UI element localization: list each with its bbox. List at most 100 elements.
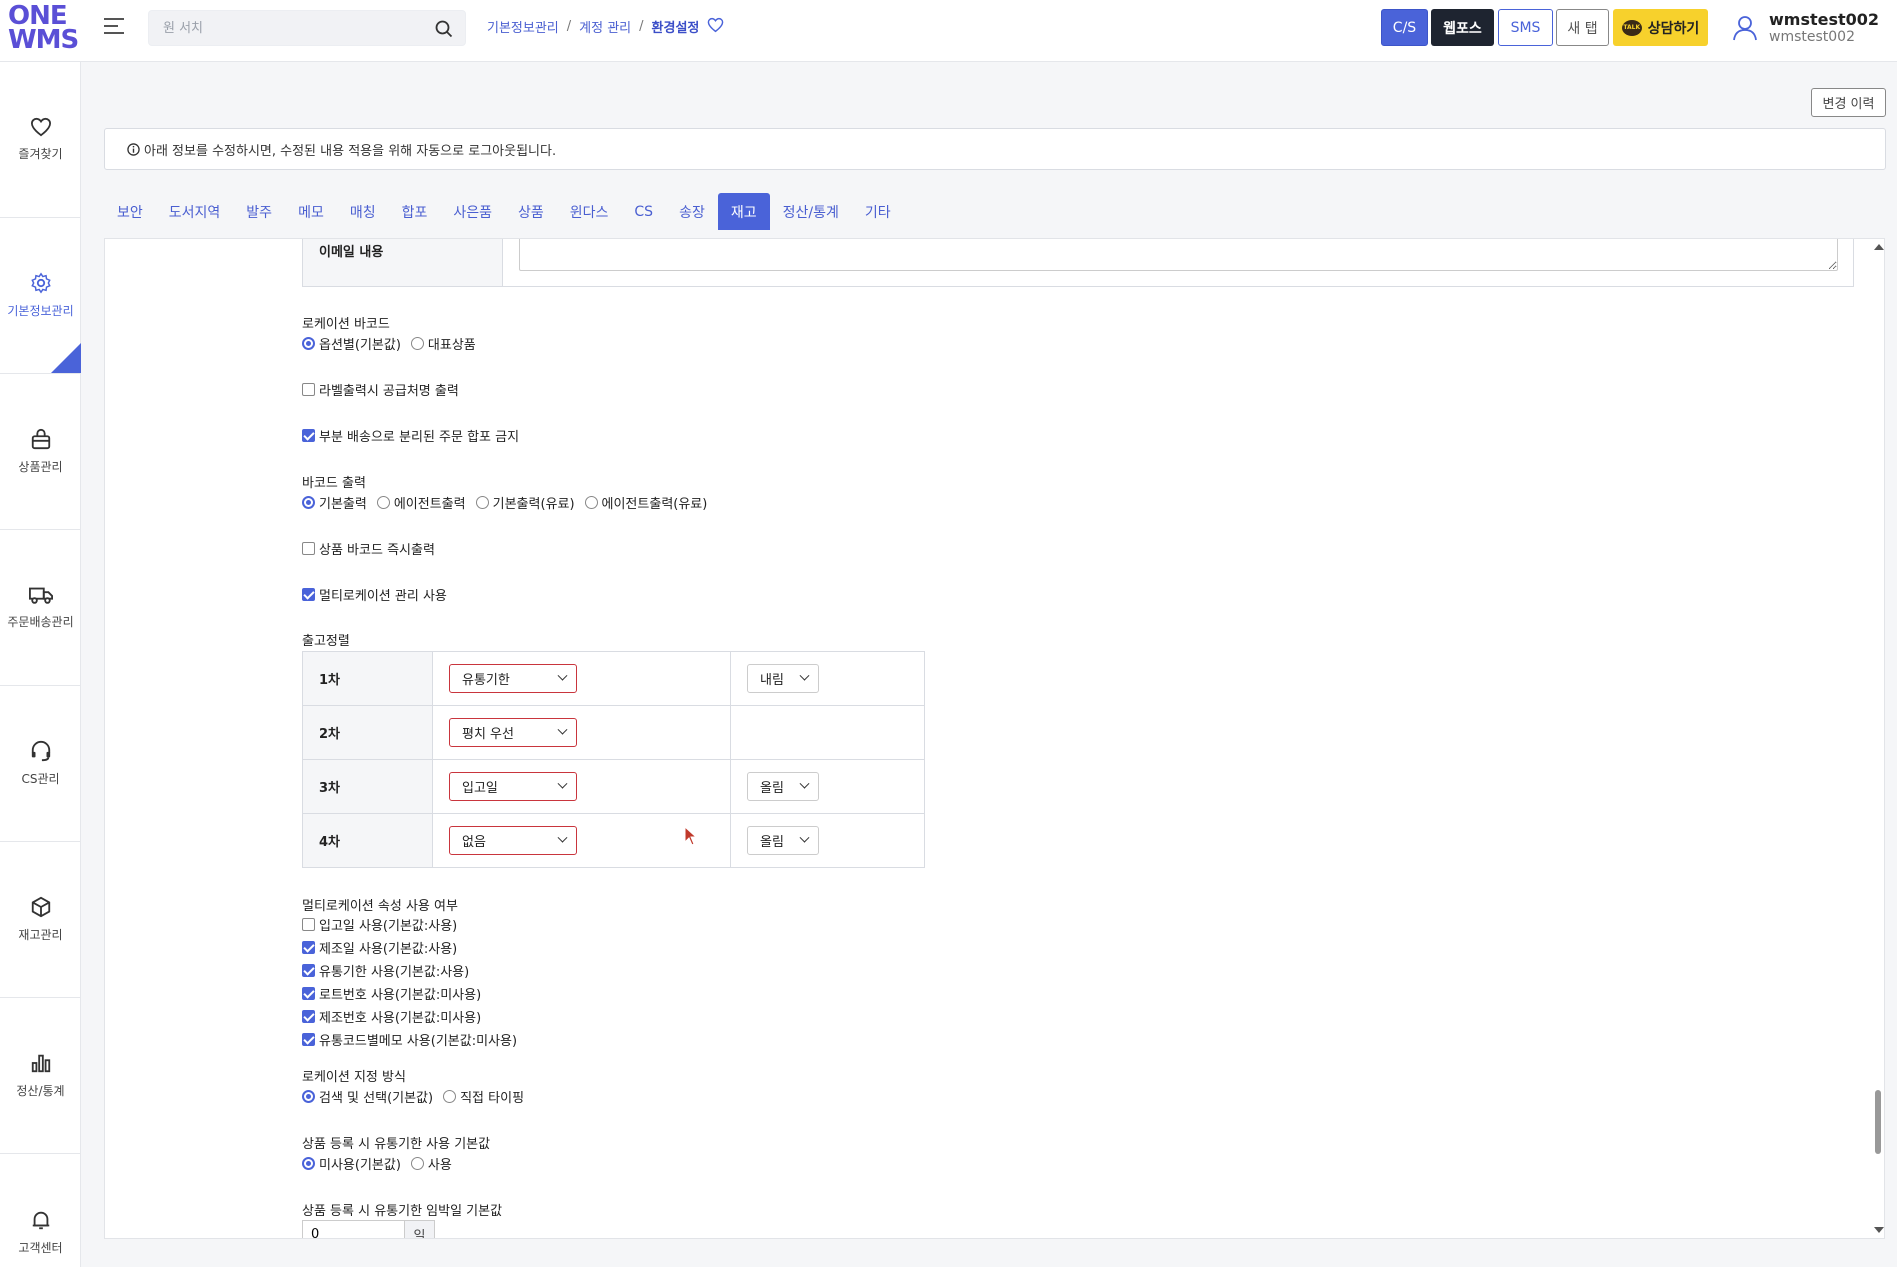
radio[interactable] xyxy=(584,496,598,509)
radio-selected[interactable] xyxy=(302,496,315,509)
sort-order-select[interactable]: 올림 xyxy=(747,772,819,801)
barcode-output-label: 바코드 출력 xyxy=(302,476,366,491)
sort-field-select[interactable]: 없음 xyxy=(449,826,577,855)
radio[interactable] xyxy=(410,1157,424,1170)
select-value: 올림 xyxy=(760,781,784,796)
tab-cs[interactable]: CS xyxy=(621,193,666,230)
sidebar-item-label: 즐겨찾기 xyxy=(18,147,63,161)
consult-button[interactable]: TALK 상담하기 xyxy=(1613,9,1708,46)
menu-toggle-icon[interactable] xyxy=(104,18,124,36)
attr-manufacture-date-checkbox[interactable]: 제조일 사용(기본값:사용) xyxy=(302,938,517,957)
partial-ship-block-checkbox[interactable]: 부분 배송으로 분리된 주문 합포 금지 xyxy=(302,426,519,445)
radio-selected[interactable] xyxy=(302,1090,315,1103)
tab-island-area[interactable]: 도서지역 xyxy=(156,193,234,230)
tab-memo[interactable]: 메모 xyxy=(285,193,337,230)
consult-button-label: 상담하기 xyxy=(1647,20,1700,37)
search-input[interactable] xyxy=(149,11,419,45)
sidebar-item-orders[interactable]: 주문배송관리 xyxy=(0,530,81,686)
sort-field-select[interactable]: 유통기한 xyxy=(449,664,577,693)
user-icon xyxy=(1733,15,1757,40)
radio[interactable] xyxy=(475,496,489,509)
label-print-supplier-checkbox[interactable]: 라벨출력시 공급처명 출력 xyxy=(302,380,459,399)
tab-gift[interactable]: 사은품 xyxy=(440,193,505,230)
change-history-button[interactable]: 변경 이력 xyxy=(1811,88,1886,117)
sms-button[interactable]: SMS xyxy=(1498,9,1553,46)
attr-serial-number-checkbox[interactable]: 제조번호 사용(기본값:미사용) xyxy=(302,1007,517,1026)
panel-scrollbar[interactable] xyxy=(1872,238,1884,1239)
checkbox-label: 제조번호 사용(기본값:미사용) xyxy=(319,1011,482,1026)
checkbox-checked[interactable] xyxy=(302,987,315,1000)
radio[interactable] xyxy=(443,1090,457,1103)
attr-inbound-date-checkbox[interactable]: 입고일 사용(기본값:사용) xyxy=(302,915,517,934)
checkbox-checked[interactable] xyxy=(302,964,315,977)
breadcrumb-item-account[interactable]: 계정 관리 xyxy=(579,17,631,36)
tab-inventory[interactable]: 재고 xyxy=(717,193,770,230)
sidebar-item-basic-info[interactable]: 기본정보관리 xyxy=(0,218,81,374)
location-barcode-option-by-option[interactable]: 옵션별(기본값) xyxy=(302,334,401,353)
radio-selected[interactable] xyxy=(302,1157,315,1170)
sort-order-select[interactable]: 올림 xyxy=(747,826,819,855)
multi-location-checkbox[interactable]: 멀티로케이션 관리 사용 xyxy=(302,585,447,604)
new-tab-button[interactable]: 새 탭 xyxy=(1556,9,1609,46)
radio[interactable] xyxy=(410,337,424,350)
location-barcode-option-representative[interactable]: 대표상품 xyxy=(410,334,476,353)
barcode-output-option-basic[interactable]: 기본출력 xyxy=(302,493,367,512)
tab-matching[interactable]: 매칭 xyxy=(337,193,389,230)
checkbox-checked[interactable] xyxy=(302,429,315,442)
favorite-heart-icon[interactable] xyxy=(707,17,724,33)
tab-invoice[interactable]: 송장 xyxy=(666,193,718,230)
tab-windas[interactable]: 윈다스 xyxy=(557,193,622,230)
sort-field-select[interactable]: 입고일 xyxy=(449,772,577,801)
scroll-up-icon[interactable] xyxy=(1874,244,1884,250)
checkbox[interactable] xyxy=(302,918,315,931)
tab-security[interactable]: 보안 xyxy=(104,193,156,230)
scroll-thumb[interactable] xyxy=(1875,1090,1881,1154)
sidebar-item-inventory[interactable]: 재고관리 xyxy=(0,842,81,998)
tab-purchase-order[interactable]: 발주 xyxy=(233,193,285,230)
checkbox-checked[interactable] xyxy=(302,1010,315,1023)
sidebar-item-label: 정산/통계 xyxy=(16,1084,65,1098)
email-content-textarea[interactable] xyxy=(519,239,1838,271)
scroll-down-icon[interactable] xyxy=(1874,1227,1884,1233)
location-assign-option-typing[interactable]: 직접 타이핑 xyxy=(443,1087,524,1106)
expiry-default-option-unused[interactable]: 미사용(기본값) xyxy=(302,1154,401,1173)
checkbox-checked[interactable] xyxy=(302,941,315,954)
barcode-output-option-agent[interactable]: 에이전트출력 xyxy=(376,493,466,512)
attr-code-memo-checkbox[interactable]: 유통코드별메모 사용(기본값:미사용) xyxy=(302,1030,517,1049)
breadcrumb-item-basic-info[interactable]: 기본정보관리 xyxy=(487,17,559,36)
sort-field-select[interactable]: 평치 우선 xyxy=(449,718,577,747)
sidebar-item-support[interactable]: 고객센터 xyxy=(0,1154,81,1267)
webpos-button[interactable]: 웹포스 xyxy=(1431,9,1494,46)
sort-order-select[interactable]: 내림 xyxy=(747,664,819,693)
attr-expiry-checkbox[interactable]: 유통기한 사용(기본값:사용) xyxy=(302,961,517,980)
checkbox-checked[interactable] xyxy=(302,1033,315,1046)
barcode-output-option-basic-paid[interactable]: 기본출력(유료) xyxy=(475,493,575,512)
heart-icon xyxy=(30,117,51,137)
logo[interactable]: ONE WMS xyxy=(8,3,79,53)
tab-combined-packing[interactable]: 합포 xyxy=(389,193,441,230)
radio[interactable] xyxy=(376,496,390,509)
tab-product[interactable]: 상품 xyxy=(505,193,557,230)
sidebar-item-settlement[interactable]: 정산/통계 xyxy=(0,998,81,1154)
checkbox[interactable] xyxy=(302,542,315,555)
barcode-output-option-agent-paid[interactable]: 에이전트출력(유료) xyxy=(584,493,708,512)
instant-barcode-checkbox[interactable]: 상품 바코드 즉시출력 xyxy=(302,539,435,558)
sort-rank: 3차 xyxy=(302,759,433,814)
search-icon[interactable] xyxy=(435,20,453,38)
tab-etc[interactable]: 기타 xyxy=(852,193,904,230)
checkbox[interactable] xyxy=(302,383,315,396)
user-profile[interactable]: wmstest002 wmstest002 xyxy=(1733,10,1879,45)
expiry-imminent-input[interactable] xyxy=(302,1220,404,1238)
cs-button[interactable]: C/S xyxy=(1381,9,1428,46)
box-icon xyxy=(31,896,50,918)
checkbox-checked[interactable] xyxy=(302,588,315,601)
sidebar-item-products[interactable]: 상품관리 xyxy=(0,374,81,530)
radio-selected[interactable] xyxy=(302,337,315,350)
tab-settlement[interactable]: 정산/통계 xyxy=(770,193,852,230)
attr-lot-number-checkbox[interactable]: 로트번호 사용(기본값:미사용) xyxy=(302,984,517,1003)
expiry-default-option-used[interactable]: 사용 xyxy=(410,1154,452,1173)
location-assign-option-search[interactable]: 검색 및 선택(기본값) xyxy=(302,1087,433,1106)
sidebar-item-cs[interactable]: CS관리 xyxy=(0,686,81,842)
sidebar-item-favorites[interactable]: 즐겨찾기 xyxy=(0,62,81,218)
option-label: 에이전트출력(유료) xyxy=(601,497,708,512)
